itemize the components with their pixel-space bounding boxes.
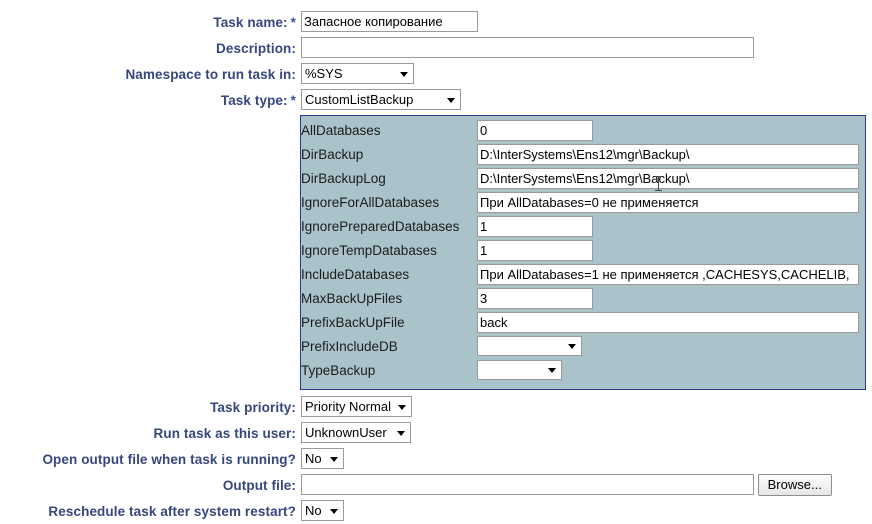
setting-value-cell bbox=[477, 192, 865, 216]
required-asterisk: * bbox=[290, 93, 296, 108]
task-settings-row: IncludeDatabases bbox=[301, 264, 865, 288]
description-field-cell bbox=[301, 37, 872, 58]
setting-input[interactable] bbox=[477, 264, 859, 285]
task-settings-row: PrefixIncludeDB bbox=[301, 336, 865, 360]
namespace-select-wrap: %SYS bbox=[301, 63, 414, 84]
output-file-field-cell: Browse... bbox=[301, 474, 872, 496]
field-row-reschedule: Reschedule task after system restart? No bbox=[0, 500, 872, 522]
task-name-label-text: Task name: bbox=[213, 15, 288, 30]
task-type-select[interactable]: CustomListBackup bbox=[301, 89, 461, 110]
task-settings-row: PrefixBackUpFile bbox=[301, 312, 865, 336]
field-row-task-name: Task name: * bbox=[0, 11, 872, 33]
task-priority-label: Task priority: bbox=[210, 400, 296, 415]
setting-value-cell bbox=[477, 360, 865, 384]
setting-value-cell bbox=[477, 336, 865, 360]
reschedule-select[interactable]: No bbox=[301, 500, 344, 521]
namespace-select[interactable]: %SYS bbox=[301, 63, 414, 84]
setting-name: AllDatabases bbox=[301, 123, 381, 138]
setting-name: DirBackup bbox=[301, 147, 364, 162]
task-type-label: Task type: * bbox=[0, 89, 301, 111]
setting-input[interactable] bbox=[477, 288, 593, 309]
setting-name: IgnoreTempDatabases bbox=[301, 243, 437, 258]
output-file-label: Output file: bbox=[222, 478, 296, 493]
reschedule-select-wrap: No bbox=[301, 500, 344, 521]
setting-value-cell bbox=[477, 240, 865, 264]
task-type-label-text: Task type: bbox=[220, 93, 288, 108]
task-priority-field-cell: Priority Normal bbox=[301, 396, 872, 417]
setting-input[interactable] bbox=[477, 312, 859, 333]
setting-input[interactable] bbox=[477, 240, 593, 261]
reschedule-label: Reschedule task after system restart? bbox=[48, 504, 296, 519]
task-settings-row: IgnoreForAllDatabases bbox=[301, 192, 865, 216]
field-row-run-as-user: Run task as this user: UnknownUser bbox=[0, 422, 872, 444]
field-row-open-output: Open output file when task is running? N… bbox=[0, 448, 872, 470]
task-settings-row: IgnorePreparedDatabases bbox=[301, 216, 865, 240]
task-settings-row: IgnoreTempDatabases bbox=[301, 240, 865, 264]
task-priority-select[interactable]: Priority Normal bbox=[301, 396, 412, 417]
task-name-label: Task name: * bbox=[0, 11, 301, 33]
setting-name: PrefixIncludeDB bbox=[301, 339, 398, 354]
description-label: Description: bbox=[216, 41, 296, 56]
run-as-user-select[interactable]: UnknownUser bbox=[301, 422, 411, 443]
field-row-task-priority: Task priority: Priority Normal bbox=[0, 396, 872, 418]
namespace-field-cell: %SYS bbox=[301, 63, 872, 84]
task-settings-rows: AllDatabases DirBackup DirBackupLog IgnoreF… bbox=[301, 120, 865, 384]
run-as-user-select-wrap: UnknownUser bbox=[301, 422, 411, 443]
description-input[interactable] bbox=[301, 37, 754, 58]
open-output-select[interactable]: No bbox=[301, 448, 344, 469]
field-row-namespace: Namespace to run task in: %SYS bbox=[0, 63, 872, 85]
task-settings-row: TypeBackup bbox=[301, 360, 865, 384]
setting-name: MaxBackUpFiles bbox=[301, 291, 403, 306]
output-file-input[interactable] bbox=[301, 474, 754, 495]
task-settings-row: MaxBackUpFiles bbox=[301, 288, 865, 312]
setting-value-cell bbox=[477, 312, 865, 336]
task-settings-panel: AllDatabases DirBackup DirBackupLog IgnoreF… bbox=[300, 115, 866, 390]
setting-value-cell bbox=[477, 120, 865, 144]
task-settings-row: DirBackup bbox=[301, 144, 865, 168]
task-name-field-cell bbox=[301, 11, 872, 32]
setting-name: IgnorePreparedDatabases bbox=[301, 219, 460, 234]
setting-name: DirBackupLog bbox=[301, 171, 386, 186]
required-asterisk: * bbox=[290, 15, 296, 30]
setting-value-cell bbox=[477, 168, 865, 192]
setting-select-wrap bbox=[477, 360, 562, 380]
setting-value-cell bbox=[477, 216, 865, 240]
setting-value-cell bbox=[477, 144, 865, 168]
open-output-select-wrap: No bbox=[301, 448, 344, 469]
run-as-user-label: Run task as this user: bbox=[153, 426, 296, 441]
task-settings-row: AllDatabases bbox=[301, 120, 865, 144]
setting-name: PrefixBackUpFile bbox=[301, 315, 405, 330]
reschedule-field-cell: No bbox=[301, 500, 872, 521]
open-output-field-cell: No bbox=[301, 448, 872, 469]
open-output-label: Open output file when task is running? bbox=[42, 452, 296, 467]
setting-select[interactable] bbox=[477, 360, 562, 380]
setting-input[interactable] bbox=[477, 144, 859, 165]
field-row-task-type: Task type: * CustomListBackup bbox=[0, 89, 872, 111]
field-row-output-file: Output file: Browse... bbox=[0, 474, 872, 496]
setting-input[interactable] bbox=[477, 192, 859, 213]
setting-value-cell bbox=[477, 288, 865, 312]
task-settings-table: AllDatabases DirBackup DirBackupLog IgnoreF… bbox=[301, 120, 865, 384]
task-settings-row: DirBackupLog bbox=[301, 168, 865, 192]
field-row-description: Description: bbox=[0, 37, 872, 59]
task-priority-select-wrap: Priority Normal bbox=[301, 396, 412, 417]
setting-input[interactable] bbox=[477, 168, 859, 189]
setting-name: IncludeDatabases bbox=[301, 267, 410, 282]
run-as-user-field-cell: UnknownUser bbox=[301, 422, 872, 443]
task-type-field-cell: CustomListBackup bbox=[301, 89, 872, 110]
setting-name: IgnoreForAllDatabases bbox=[301, 195, 440, 210]
namespace-label: Namespace to run task in: bbox=[125, 67, 296, 82]
task-wizard-form: Task name:* Description: Namespace to ru… bbox=[0, 0, 872, 522]
setting-select-wrap bbox=[477, 336, 582, 356]
task-name-input[interactable] bbox=[301, 11, 478, 32]
setting-name: TypeBackup bbox=[301, 363, 376, 378]
browse-button[interactable]: Browse... bbox=[757, 474, 832, 496]
task-type-select-wrap: CustomListBackup bbox=[301, 89, 461, 110]
setting-input[interactable] bbox=[477, 216, 593, 237]
setting-select[interactable] bbox=[477, 336, 582, 356]
setting-value-cell bbox=[477, 264, 865, 288]
setting-input[interactable] bbox=[477, 120, 593, 141]
